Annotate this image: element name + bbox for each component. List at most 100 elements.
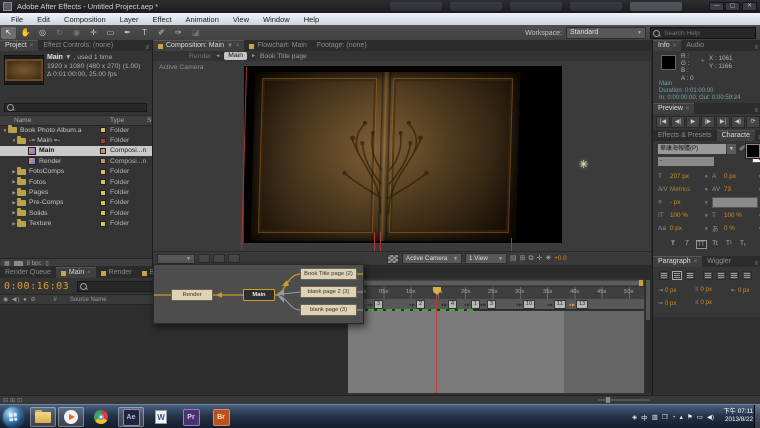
help-search-input[interactable]: [662, 29, 752, 38]
pixel-aspect-icon[interactable]: ▤: [510, 254, 517, 263]
label-color-swatch[interactable]: [100, 127, 106, 133]
justify-last-center-button[interactable]: [716, 271, 726, 280]
comp-marker[interactable]: ◄▶1: [463, 300, 480, 309]
chevron-down-icon[interactable]: ▼: [727, 144, 736, 154]
chevron-down-icon[interactable]: ▼: [704, 200, 712, 205]
align-right-button[interactable]: [685, 271, 695, 280]
tab-info[interactable]: Info×: [653, 40, 681, 51]
view-layout-dropdown[interactable]: 1 View ▼: [465, 253, 507, 264]
vertical-scale-value[interactable]: 100 %: [670, 212, 704, 219]
transparency-grid-icon[interactable]: [387, 254, 399, 264]
tab-wiggler[interactable]: Wiggler: [702, 257, 736, 267]
taskbar-word[interactable]: W: [148, 407, 174, 427]
horizontal-scale-value[interactable]: 100 %: [724, 212, 758, 219]
volume-icon[interactable]: ◀): [707, 413, 714, 421]
taskbar-after-effects[interactable]: Ae: [118, 407, 144, 427]
table-row[interactable]: ▼ -= Main =- Folder: [0, 135, 152, 145]
chevron-down-icon[interactable]: ▼: [704, 213, 712, 218]
workspace-dropdown[interactable]: Standard ▼: [566, 27, 646, 39]
superscript-button[interactable]: T¹: [724, 240, 735, 249]
table-row[interactable]: ▼ Book Photo Album.aep Folder: [0, 125, 152, 135]
table-row-selected[interactable]: Main Composi...n: [0, 146, 152, 156]
fast-preview-icon[interactable]: ⊞: [520, 254, 526, 263]
menu-help[interactable]: Help: [297, 15, 326, 24]
start-button[interactable]: [3, 407, 23, 427]
font-size-value[interactable]: 207 px: [670, 173, 704, 180]
project-search-box[interactable]: [4, 103, 147, 112]
exposure-value[interactable]: +0.0: [554, 255, 566, 262]
first-line-indent-field[interactable]: ≡0 px: [695, 287, 712, 293]
anchor-point-sparkle-icon[interactable]: ✳: [579, 158, 588, 171]
label-color-swatch[interactable]: [100, 221, 106, 227]
last-frame-button[interactable]: ▶|: [716, 116, 730, 128]
brush-tool-icon[interactable]: ✐: [154, 27, 169, 39]
shape-tool-icon[interactable]: ▭: [103, 27, 118, 39]
menu-composition[interactable]: Composition: [57, 15, 113, 24]
label-color-swatch[interactable]: [100, 158, 106, 164]
tab-effect-controls[interactable]: Effect Controls: (none): [38, 41, 118, 51]
table-row[interactable]: Render Composi...n: [0, 156, 152, 166]
kerning-value[interactable]: Metrics: [670, 186, 704, 193]
taskbar-clock[interactable]: 下午 07:11 2013/8/22: [723, 408, 753, 424]
next-frame-button[interactable]: |▶: [701, 116, 715, 128]
breadcrumb-current[interactable]: Main: [224, 52, 247, 60]
label-color-swatch[interactable]: [100, 169, 106, 175]
timeline-view-toggles[interactable]: ⊟⊞⊡: [3, 397, 24, 404]
tab-timeline-render[interactable]: Render: [96, 268, 137, 278]
zoom-slider-handle[interactable]: [606, 397, 610, 403]
menu-file[interactable]: File: [4, 15, 30, 24]
zoom-tool-icon[interactable]: ◎: [35, 27, 50, 39]
3d-view-dropdown[interactable]: Active Camera ▼: [402, 253, 462, 264]
region-of-interest-icon[interactable]: [228, 254, 240, 263]
taskbar-premiere[interactable]: Pr: [178, 407, 204, 427]
restore-button[interactable]: ▢: [725, 2, 740, 11]
tab-preview[interactable]: Preview×: [653, 103, 694, 114]
tab-composition[interactable]: Composition: Main ▼ ×: [153, 40, 244, 51]
tray-app-icon[interactable]: ◈: [632, 413, 637, 421]
close-icon[interactable]: ×: [30, 41, 34, 51]
clone-stamp-tool-icon[interactable]: ✑: [171, 27, 186, 39]
pen-tool-icon[interactable]: ✒: [120, 27, 135, 39]
tab-timeline-main[interactable]: Main×: [56, 267, 96, 278]
label-color-swatch[interactable]: [100, 138, 106, 144]
type-tool-icon[interactable]: T: [137, 27, 152, 39]
align-left-button[interactable]: [659, 271, 669, 280]
title-bar[interactable]: Adobe After Effects - Untitled Project.a…: [0, 0, 760, 14]
indent-left-field[interactable]: ⇥0 px: [658, 287, 676, 294]
comp-marker[interactable]: ◄▶13: [568, 300, 588, 309]
selection-tool-icon[interactable]: ↖: [1, 27, 16, 39]
panel-menu-icon[interactable]: ≡: [751, 108, 760, 114]
flowchart-node-render[interactable]: Render: [171, 289, 213, 301]
minimize-button[interactable]: —: [709, 2, 724, 11]
justify-last-left-button[interactable]: [703, 271, 713, 280]
align-center-button[interactable]: [672, 271, 682, 280]
label-color-swatch[interactable]: [100, 148, 106, 154]
table-row[interactable]: ▶ Solids Folder: [0, 208, 152, 218]
table-row[interactable]: ▶ Texture Folder: [0, 219, 152, 229]
label-color-swatch[interactable]: [100, 200, 106, 206]
taskbar-chrome[interactable]: [88, 407, 114, 427]
tab-render-queue[interactable]: Render Queue: [0, 268, 56, 278]
timeline-zoom-slider[interactable]: [598, 399, 650, 401]
baseline-shift-value[interactable]: 0 px: [670, 225, 704, 232]
chevron-down-icon[interactable]: ▼: [704, 187, 712, 192]
breadcrumb-right-arrow-icon[interactable]: ►: [251, 53, 256, 59]
table-row[interactable]: ▶ Pre-Comps Folder: [0, 198, 152, 208]
breadcrumb-prev[interactable]: Render: [189, 53, 211, 60]
chevron-down-icon[interactable]: ▼: [704, 174, 712, 179]
guides-icon[interactable]: [198, 254, 210, 263]
space-after-field[interactable]: ≡0 px: [695, 300, 712, 306]
menu-edit[interactable]: Edit: [30, 15, 57, 24]
label-color-swatch[interactable]: [100, 190, 106, 196]
label-color-swatch[interactable]: [100, 210, 106, 216]
exposure-icon[interactable]: ✳: [545, 254, 551, 263]
timeline-vertical-scrollbar[interactable]: [645, 278, 651, 393]
label-color-swatch[interactable]: [100, 179, 106, 185]
menu-animation[interactable]: Animation: [179, 15, 226, 24]
current-timecode[interactable]: 0:00:16:03: [4, 281, 69, 292]
menu-view[interactable]: View: [226, 15, 256, 24]
tab-audio[interactable]: Audio: [681, 41, 709, 51]
eraser-tool-icon[interactable]: ◪: [188, 27, 203, 39]
tray-expand-icon[interactable]: ▴: [680, 413, 683, 421]
faux-bold-button[interactable]: T: [668, 240, 679, 249]
